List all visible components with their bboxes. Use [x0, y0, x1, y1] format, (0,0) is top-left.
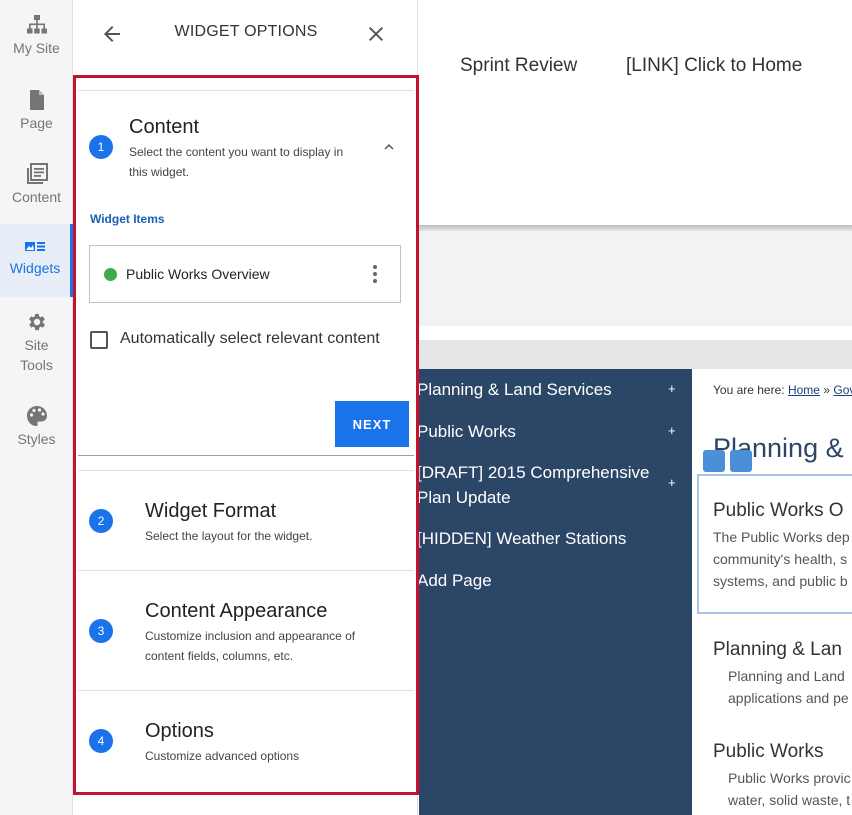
- site-preview: Sprint Review [LINK] Click to Home Plann…: [419, 0, 852, 815]
- breadcrumb: You are here: Home » Gov: [713, 383, 852, 397]
- gear-icon: [28, 313, 45, 331]
- banner-strip: [419, 340, 852, 370]
- page-content: You are here: Home » Gov Planning & Publ…: [692, 369, 852, 815]
- card-title[interactable]: Planning & Lan: [713, 639, 842, 661]
- rail-label: Site Tools: [20, 337, 53, 373]
- nav-item[interactable]: Public Works: [419, 419, 516, 444]
- widget-items-label: Widget Items: [90, 212, 165, 226]
- nav-expand[interactable]: +: [668, 423, 676, 438]
- step-title[interactable]: Content: [129, 116, 199, 139]
- rail-item-site-tools[interactable]: Site Tools: [0, 311, 73, 375]
- divider: [78, 90, 414, 91]
- rail-label: Styles: [17, 431, 56, 447]
- move-icon[interactable]: [703, 450, 725, 472]
- step-number: 2: [89, 509, 113, 533]
- nav-expand[interactable]: +: [668, 475, 676, 490]
- card-text: Planning and Land: [728, 668, 845, 684]
- rail-item-widgets[interactable]: Widgets: [0, 224, 73, 297]
- nav-item[interactable]: Add Page: [419, 568, 492, 593]
- step-description: Select the content you want to display i…: [129, 145, 344, 179]
- list-icon[interactable]: [730, 450, 752, 472]
- card-text: applications and pe: [728, 690, 849, 706]
- widgets-icon: [25, 242, 45, 251]
- rail-item-my-site[interactable]: My Site: [0, 14, 73, 58]
- nav-item[interactable]: [HIDDEN] Weather Stations: [419, 526, 626, 551]
- chevron-up-icon[interactable]: [380, 138, 398, 156]
- step-number: 1: [89, 135, 113, 159]
- breadcrumb-sep: »: [823, 383, 831, 397]
- breadcrumb-prefix: You are here:: [713, 383, 785, 397]
- close-icon[interactable]: [364, 22, 388, 46]
- rail-label: Widgets: [9, 260, 61, 276]
- rail-label: My Site: [13, 40, 60, 56]
- widget-item[interactable]: Public Works Overview: [89, 245, 401, 303]
- step-title[interactable]: Widget Format: [145, 500, 276, 523]
- step-number: 3: [89, 619, 113, 643]
- rail-label: Content: [11, 189, 62, 205]
- widget-item-label: Public Works Overview: [126, 266, 270, 282]
- top-link-home[interactable]: [LINK] Click to Home: [626, 55, 802, 77]
- card-title[interactable]: Public Works O: [713, 500, 844, 522]
- card-text: Public Works provic: [728, 770, 851, 786]
- left-rail: My Site Page Content Widgets Site Tools …: [0, 0, 73, 815]
- breadcrumb-next[interactable]: Gov: [833, 383, 852, 397]
- nav-item[interactable]: Planning & Land Services: [419, 377, 612, 402]
- banner-area: [419, 231, 852, 326]
- step-description: Select the layout for the widget.: [145, 529, 313, 543]
- step-title[interactable]: Content Appearance: [145, 600, 327, 623]
- top-nav: Sprint Review [LINK] Click to Home: [419, 0, 852, 225]
- sitemap-icon: [26, 15, 47, 34]
- widget-options-panel: WIDGET OPTIONS 1 Content Select the cont…: [74, 0, 418, 815]
- top-link-sprint-review[interactable]: Sprint Review: [460, 55, 577, 77]
- content-icon: [26, 163, 48, 184]
- breadcrumb-home[interactable]: Home: [788, 383, 820, 397]
- step-title[interactable]: Options: [145, 720, 214, 743]
- divider: [78, 570, 414, 571]
- divider: [78, 455, 414, 456]
- auto-select-label[interactable]: Automatically select relevant content: [120, 330, 380, 348]
- step-number: 4: [89, 729, 113, 753]
- auto-select-checkbox[interactable]: [90, 331, 108, 349]
- page-icon: [29, 90, 44, 110]
- rail-item-styles[interactable]: Styles: [0, 405, 73, 449]
- side-nav: Planning & Land Services + Public Works …: [419, 369, 692, 815]
- step-description: Customize inclusion and appearance of co…: [145, 629, 356, 663]
- more-vert-icon[interactable]: [365, 263, 385, 285]
- divider: [78, 690, 414, 691]
- card-text: water, solid waste, t: [728, 792, 851, 808]
- card-text: systems, and public b: [713, 573, 848, 589]
- rail-item-content[interactable]: Content: [0, 163, 73, 207]
- divider: [78, 470, 414, 471]
- card-title[interactable]: Public Works: [713, 741, 824, 763]
- panel-header: WIDGET OPTIONS: [74, 0, 418, 70]
- card-text: community's health, s: [713, 551, 848, 567]
- nav-item[interactable]: [DRAFT] 2015 Comprehensive Plan Update: [419, 460, 657, 510]
- rail-item-page[interactable]: Page: [0, 89, 73, 133]
- next-button[interactable]: NEXT: [335, 401, 409, 447]
- nav-expand[interactable]: +: [668, 381, 676, 396]
- palette-icon: [26, 406, 47, 426]
- card-text: The Public Works dep: [713, 529, 850, 545]
- rail-label: Page: [20, 115, 53, 131]
- step-description: Customize advanced options: [145, 749, 300, 763]
- status-dot: [104, 268, 117, 281]
